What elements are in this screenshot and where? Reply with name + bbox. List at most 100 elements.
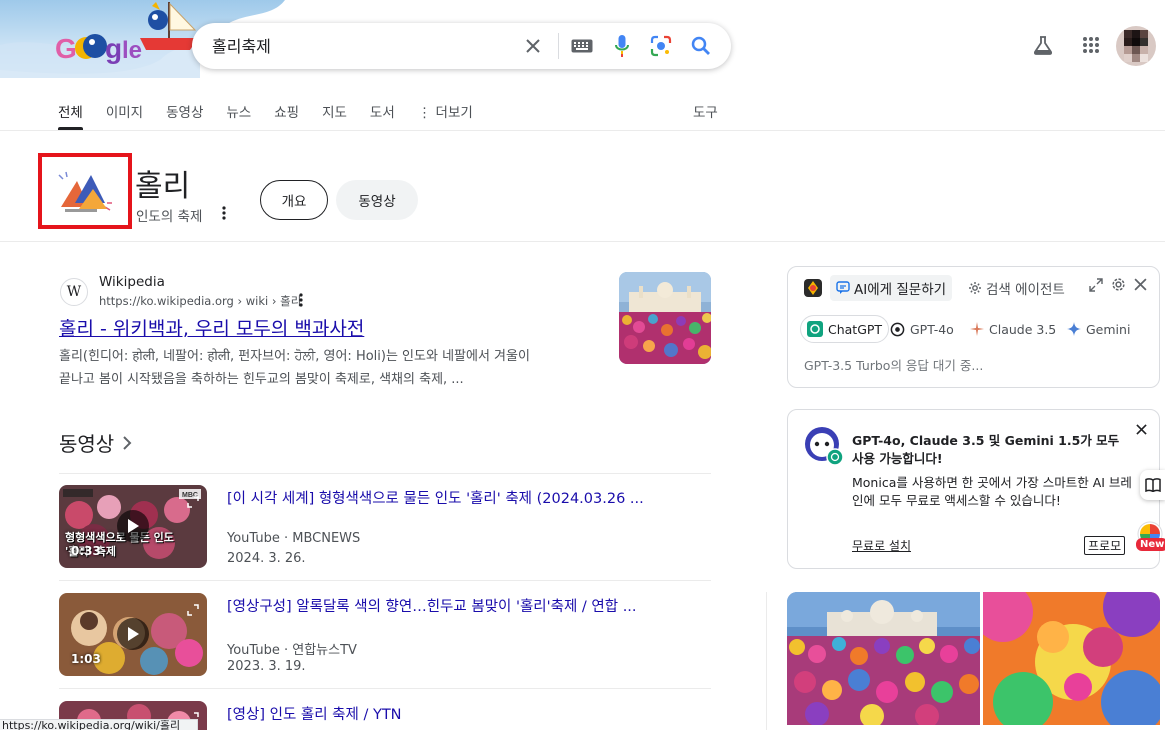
expand-icon[interactable] — [1089, 277, 1103, 292]
openai-icon — [890, 322, 905, 336]
result-title-link[interactable]: 홀리 - 위키백과, 우리 모두의 백과사전 — [59, 314, 364, 341]
chevron-right-icon — [123, 435, 132, 450]
search-box[interactable] — [192, 23, 731, 69]
monica-ai-panel: AI에게 질문하기 검색 에이전트 ChatGPT GPT-4o Claude … — [787, 266, 1160, 388]
tab-ask-ai[interactable]: AI에게 질문하기 — [830, 275, 953, 301]
camera-lens-icon[interactable] — [649, 34, 673, 58]
image-section-divider — [766, 592, 767, 730]
video-date: 2023. 3. 19. — [227, 659, 306, 674]
chip-overview[interactable]: 개요 — [260, 180, 328, 220]
chat-icon — [836, 281, 850, 294]
model-chatgpt[interactable]: ChatGPT — [800, 315, 890, 343]
entity-divider — [0, 241, 1165, 242]
model-claude[interactable]: Claude 3.5 — [964, 315, 1062, 343]
image-result[interactable] — [983, 592, 1160, 725]
entity-title: 홀리 — [135, 169, 191, 204]
search-input[interactable] — [212, 35, 512, 54]
tab-maps[interactable]: 지도 — [322, 98, 347, 130]
video-title-link[interactable]: [이 시각 세계] 형형색색으로 물든 인도 '홀리' 축제 (2024.03.… — [227, 487, 644, 508]
tab-all[interactable]: 전체 — [58, 98, 83, 130]
model-claude-label: Claude 3.5 — [989, 321, 1057, 337]
close-icon[interactable] — [521, 34, 545, 58]
play-icon[interactable] — [117, 510, 149, 542]
tab-books[interactable]: 도서 — [370, 98, 395, 130]
videos-heading-text: 동영상 — [59, 432, 115, 456]
search-tabs: 전체 이미지 동영상 뉴스 쇼핑 지도 도서 ⋮ 더보기 — [58, 98, 496, 130]
tab-more[interactable]: ⋮ 더보기 — [418, 98, 473, 130]
claude-icon — [970, 322, 984, 336]
tab-search-agent-label: 검색 에이전트 — [986, 282, 1065, 298]
tab-videos[interactable]: 동영상 — [166, 98, 203, 130]
model-gpt4o-label: GPT-4o — [910, 321, 954, 337]
video-title-link[interactable]: [영상] 인도 홀리 축제 / YTN — [227, 703, 402, 724]
ai-waiting-status: GPT-3.5 Turbo의 응답 대기 중... — [804, 358, 984, 373]
tab-images[interactable]: 이미지 — [106, 98, 143, 130]
model-gpt4o[interactable]: GPT-4o — [884, 315, 960, 343]
chip-videos[interactable]: 동영상 — [336, 180, 418, 220]
promo-button[interactable]: 프로모 — [1084, 536, 1126, 555]
tab-search-agent[interactable]: 검색 에이전트 — [968, 275, 1065, 301]
install-free-link[interactable]: 무료로 설치 — [852, 537, 911, 554]
result-snippet-line: 끝나고 봄이 시작됐음을 축하하는 힌두교의 봄맞이 축제로, 색채의 축제, … — [59, 372, 464, 387]
result-url[interactable]: https://ko.wikipedia.org › wiki › 홀리 — [99, 293, 301, 309]
tabs-divider — [0, 130, 1165, 131]
svg-text:g: g — [105, 33, 122, 64]
entity-subtitle: 인도의 축제 — [136, 209, 203, 225]
expand-icon[interactable] — [187, 601, 199, 620]
settings-icon[interactable] — [1111, 277, 1126, 292]
result-snippet: 홀리(힌디어: होली, 네팔어: होली, 펀자브어: ਹੋਲੀ, 영어:… — [59, 345, 594, 391]
tools-button[interactable]: 도구 — [693, 101, 718, 121]
svg-text:G: G — [55, 33, 77, 64]
entity-logo[interactable] — [38, 153, 132, 229]
panel-controls — [1089, 277, 1147, 292]
monica-avatar-icon — [804, 426, 844, 466]
video-date: 2024. 3. 26. — [227, 551, 306, 566]
image-result[interactable] — [787, 592, 980, 725]
video-divider — [59, 688, 711, 689]
video-duration: 0:33 — [71, 544, 101, 558]
video-source: YouTube · 연합뉴스TV — [227, 643, 357, 658]
result-options-icon[interactable] — [295, 292, 307, 312]
expand-icon[interactable] — [187, 493, 199, 512]
video-divider — [59, 473, 711, 474]
play-icon[interactable] — [117, 618, 149, 650]
videos-section-heading[interactable]: 동영상 — [59, 428, 132, 457]
video-source: YouTube · MBCNEWS — [227, 531, 361, 546]
svg-text:le: le — [122, 37, 142, 64]
apps-grid-icon[interactable] — [1079, 33, 1103, 57]
model-gemini[interactable]: Gemini — [1061, 315, 1136, 343]
video-title-link[interactable]: [영상구성] 알록달록 색의 향연…힌두교 봄맞이 '홀리'축제 / 연합 ..… — [227, 595, 637, 616]
video-divider — [59, 580, 711, 581]
gemini-icon — [1067, 322, 1081, 336]
result-site-name[interactable]: Wikipedia — [99, 274, 165, 290]
keyboard-icon[interactable] — [570, 34, 594, 58]
model-chatgpt-label: ChatGPT — [828, 321, 883, 337]
video-thumbnail[interactable]: 1:03 — [59, 593, 207, 676]
chatgpt-icon — [807, 321, 823, 337]
gear-icon — [969, 282, 981, 294]
search-divider — [558, 33, 559, 59]
tab-ask-ai-label: AI에게 질문하기 — [854, 282, 947, 298]
promo-body: Monica를 사용하면 한 곳에서 가장 스마트한 AI 브레인에 모두 무료… — [852, 475, 1132, 508]
close-icon[interactable] — [1136, 420, 1147, 439]
search-icon[interactable] — [689, 34, 713, 58]
tab-news[interactable]: 뉴스 — [226, 98, 251, 130]
tab-shopping[interactable]: 쇼핑 — [274, 98, 299, 130]
new-badge: New — [1136, 538, 1165, 551]
more-options-icon[interactable] — [218, 205, 230, 225]
result-thumbnail[interactable] — [619, 272, 711, 364]
model-gemini-label: Gemini — [1086, 321, 1131, 337]
video-thumbnail[interactable]: MBC 형형색색으로 물든 인도 '홀리' 축제 0:33 — [59, 485, 207, 568]
microphone-icon[interactable] — [610, 34, 634, 58]
browser-status-url: https://ko.wikipedia.org/wiki/홀리 — [0, 719, 198, 730]
video-duration: 1:03 — [71, 652, 101, 666]
monica-promo-card: GPT-4o, Claude 3.5 및 Gemini 1.5가 모두 사용 가… — [787, 409, 1160, 569]
book-icon[interactable] — [1140, 470, 1165, 500]
result-snippet-line: 홀리(힌디어: होली, 네팔어: होली, 펀자브어: ਹੋਲੀ, 영어:… — [59, 349, 530, 364]
promo-title: GPT-4o, Claude 3.5 및 Gemini 1.5가 모두 사용 가… — [852, 433, 1120, 466]
flask-icon[interactable] — [1031, 33, 1055, 57]
close-icon[interactable] — [1134, 278, 1147, 291]
monica-logo-icon — [804, 279, 822, 297]
avatar[interactable] — [1116, 26, 1156, 66]
wikipedia-favicon[interactable]: W — [60, 278, 88, 306]
